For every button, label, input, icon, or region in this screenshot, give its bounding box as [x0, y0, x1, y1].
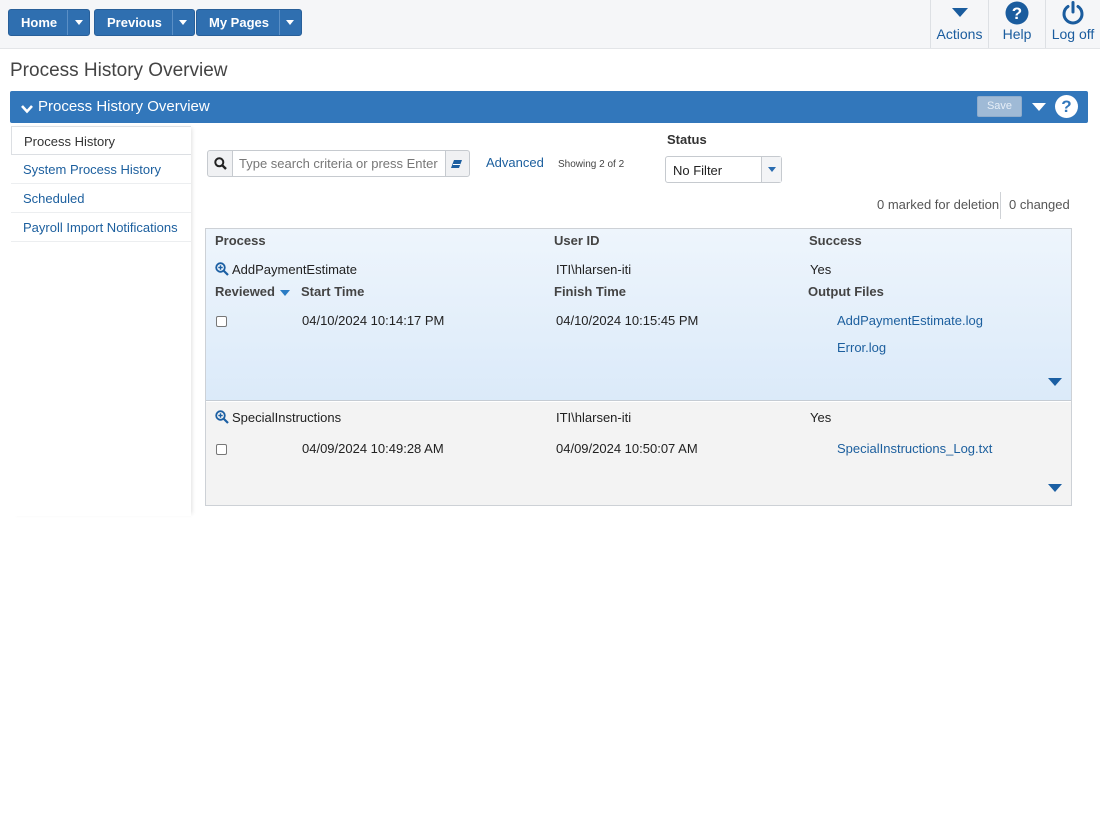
my-pages-dropdown-button[interactable] — [278, 10, 301, 35]
success-value: Yes — [810, 410, 832, 425]
svg-text:?: ? — [1012, 4, 1022, 23]
sidebar-item-system-process-history[interactable]: System Process History — [11, 155, 191, 184]
chevron-down-icon — [179, 20, 188, 25]
chevron-down-icon — [951, 0, 968, 25]
marked-for-deletion-count: 0 marked for deletion — [877, 197, 1000, 212]
table-row[interactable]: SpecialInstructions ITI\hlarsen-iti Yes … — [206, 402, 1071, 505]
process-name: SpecialInstructions — [232, 410, 342, 425]
column-header-reviewed[interactable]: Reviewed — [215, 284, 290, 299]
advanced-search-link[interactable]: Advanced — [486, 155, 544, 170]
search-icon[interactable] — [208, 151, 232, 176]
start-time: 04/10/2024 10:14:17 PM — [302, 313, 445, 328]
chevron-down-icon — [74, 20, 83, 25]
column-header-output-files: Output Files — [808, 284, 884, 299]
panel-menu-dropdown-icon[interactable] — [1032, 103, 1046, 111]
sidebar-item-payroll-import-notifications[interactable]: Payroll Import Notifications — [11, 213, 191, 242]
search-box — [207, 150, 470, 177]
status-filter-dropdown-button[interactable] — [761, 157, 781, 182]
top-bar: Home Previous My Pages Actions ? Help Lo… — [0, 0, 1100, 49]
chevron-down-icon — [286, 20, 295, 25]
user-id: ITI\hlarsen-iti — [556, 410, 632, 425]
help-button[interactable]: ? Help — [988, 0, 1045, 48]
actions-button[interactable]: Actions — [930, 0, 988, 48]
my-pages-button-group: My Pages — [196, 9, 302, 36]
page-title: Process History Overview — [10, 60, 228, 81]
result-count: Showing 2 of 2 — [558, 159, 625, 170]
panel-header: Process History Overview Save ? — [10, 91, 1088, 123]
home-button-group: Home — [8, 9, 91, 36]
user-id: ITI\hlarsen-iti — [556, 262, 632, 277]
output-file-link[interactable]: SpecialInstructions_Log.txt — [837, 441, 992, 456]
sidebar-item-scheduled[interactable]: Scheduled — [11, 184, 191, 213]
output-file-link[interactable]: Error.log — [837, 340, 886, 355]
output-file-link[interactable]: AddPaymentEstimate.log — [837, 313, 983, 328]
process-name: AddPaymentEstimate — [232, 262, 358, 277]
changed-count: 0 changed — [1009, 197, 1070, 212]
column-header-success: Success — [809, 233, 862, 248]
sort-descending-icon — [279, 289, 290, 296]
finish-time: 04/10/2024 10:15:45 PM — [556, 313, 699, 328]
status-filter-value: No Filter — [673, 163, 723, 178]
help-icon: ? — [1005, 0, 1029, 25]
eraser-icon[interactable] — [445, 151, 469, 176]
home-dropdown-button[interactable] — [67, 10, 89, 35]
column-header-process: Process — [215, 233, 266, 248]
zoom-icon[interactable] — [215, 410, 229, 424]
log-off-button[interactable]: Log off — [1045, 0, 1100, 48]
previous-button[interactable]: Previous — [95, 10, 172, 35]
status-filter-select[interactable]: No Filter — [665, 156, 782, 183]
table-row[interactable]: Process User ID Success AddPaymentEstima… — [206, 229, 1071, 401]
column-header-reviewed-label: Reviewed — [215, 284, 275, 299]
my-pages-button[interactable]: My Pages — [197, 10, 279, 35]
start-time: 04/09/2024 10:49:28 AM — [302, 441, 444, 456]
column-header-start-time: Start Time — [301, 284, 365, 299]
toolbar-right: Actions ? Help Log off — [930, 0, 1100, 48]
sidebar-item-process-history[interactable]: Process History — [11, 126, 191, 155]
previous-dropdown-button[interactable] — [171, 10, 194, 35]
status-filter-label: Status — [667, 132, 707, 147]
chevron-down-icon — [767, 167, 776, 172]
help-label: Help — [1002, 26, 1032, 42]
expand-row-icon[interactable] — [1048, 378, 1062, 386]
log-off-label: Log off — [1051, 26, 1095, 42]
previous-button-group: Previous — [94, 9, 195, 36]
column-header-user-id: User ID — [554, 233, 600, 248]
sidebar: Process History System Process History S… — [11, 126, 191, 516]
finish-time: 04/09/2024 10:50:07 AM — [556, 441, 698, 456]
power-icon — [1061, 0, 1085, 25]
zoom-icon[interactable] — [215, 262, 229, 276]
save-button[interactable]: Save — [977, 96, 1022, 117]
reviewed-checkbox[interactable] — [216, 444, 227, 455]
success-value: Yes — [810, 262, 832, 277]
reviewed-checkbox[interactable] — [216, 316, 227, 327]
divider — [1000, 192, 1001, 219]
column-header-finish-time: Finish Time — [554, 284, 626, 299]
home-button[interactable]: Home — [9, 10, 67, 35]
process-history-grid: Process User ID Success AddPaymentEstima… — [205, 228, 1072, 506]
collapse-chevron-icon[interactable] — [21, 102, 33, 117]
panel-title: Process History Overview — [38, 98, 210, 115]
expand-row-icon[interactable] — [1048, 484, 1062, 492]
panel-help-icon[interactable]: ? — [1055, 95, 1078, 118]
search-input[interactable] — [232, 151, 446, 176]
actions-label: Actions — [936, 26, 983, 42]
